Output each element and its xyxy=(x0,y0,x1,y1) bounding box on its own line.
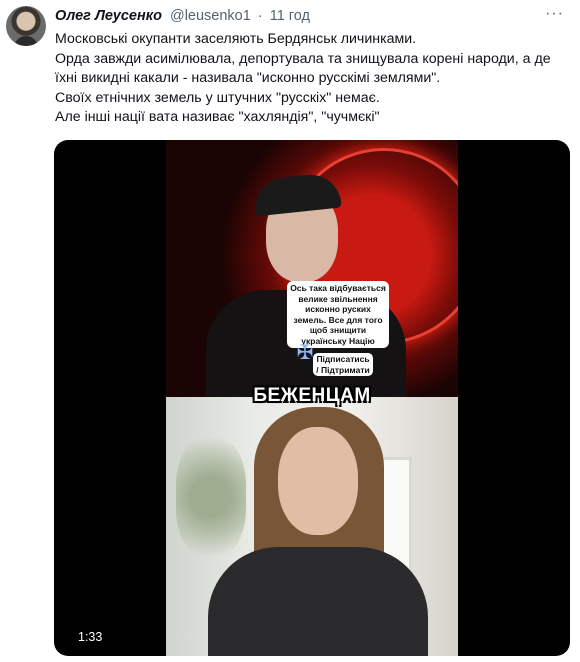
author-name[interactable]: Олег Леусенко xyxy=(55,8,162,24)
tweet-line: Але інші нації вата називає "хахляндія",… xyxy=(55,109,380,125)
overlay-subscribe: Підписатись / Підтримати xyxy=(313,353,373,376)
tweet-header: Олег Леусенко @leusenko1 · 11 год xyxy=(55,7,550,25)
overlay-caption: Ось така відбувається велике звільнення … xyxy=(287,281,389,348)
video-banner-text: БЕЖЕНЦАМ xyxy=(253,385,371,406)
video-duration: 1:33 xyxy=(74,627,107,647)
tweet-text: Московські окупанти заселяють Бердянськ … xyxy=(55,30,575,128)
separator: · xyxy=(257,8,263,24)
video-frame-bottom xyxy=(166,397,458,656)
video-frame-top: Ось така відбувається велике звільнення … xyxy=(166,140,458,397)
woman-face xyxy=(278,427,358,535)
plant xyxy=(176,437,246,557)
tweet-line: Орда завжди асимілювала, депортувала та … xyxy=(55,50,551,87)
tweet-line: Московські окупанти заселяють Бердянськ … xyxy=(55,31,417,47)
woman-figure xyxy=(208,547,428,656)
avatar[interactable] xyxy=(6,6,46,46)
timestamp[interactable]: 11 год xyxy=(270,8,310,24)
tweet-line: Своїх етнічних земель у штучних "русскіх… xyxy=(55,89,380,106)
video-player[interactable]: Ось така відбувається велике звільнення … xyxy=(54,140,570,656)
author-handle[interactable]: @leusenko1 xyxy=(170,8,251,24)
more-horizontal-icon[interactable]: ··· xyxy=(545,5,564,23)
